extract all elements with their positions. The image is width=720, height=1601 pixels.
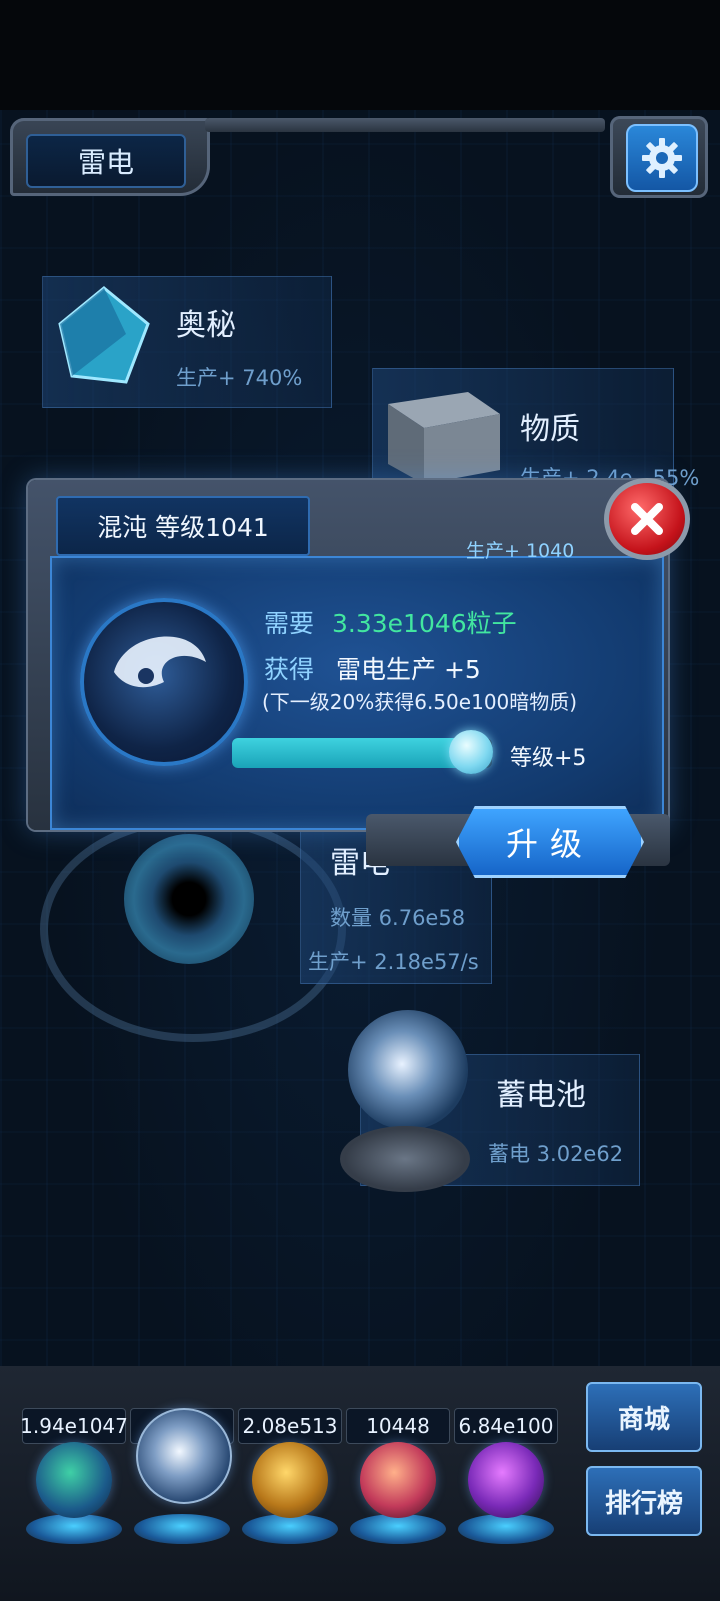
particle-orb-icon[interactable]	[36, 1442, 112, 1518]
gain-label: 获得	[264, 655, 315, 684]
upgrade-button[interactable]: 升级	[456, 806, 644, 878]
thunder-orb-icon	[124, 834, 254, 964]
close-button[interactable]	[604, 478, 690, 560]
status-area	[0, 0, 720, 110]
pedestal	[242, 1514, 338, 1544]
resource-count: 数量 6.76e58	[330, 906, 466, 930]
level-slider-fill	[232, 738, 472, 768]
battery-base-icon	[340, 1126, 470, 1192]
battery-orb-icon	[348, 1010, 468, 1130]
need-value: 3.33e1046粒子	[332, 609, 517, 638]
page-title: 雷电	[26, 134, 186, 188]
dark-matter-orb-icon[interactable]	[468, 1442, 544, 1518]
resource-rate: 生产+ 2.18e57/s	[308, 950, 479, 974]
resource-stat: 蓄电 3.02e62	[488, 1142, 624, 1166]
slider-label: 等级+5	[510, 746, 587, 771]
close-icon	[631, 503, 663, 535]
pedestal	[134, 1514, 230, 1544]
resource-name: 蓄电池	[496, 1078, 586, 1113]
mystery-crystal-icon	[52, 284, 156, 392]
pedestal	[458, 1514, 554, 1544]
resource-stat: 生产+ 740%	[176, 366, 303, 390]
resource-value-slot: 6.84e100	[454, 1408, 558, 1444]
gain-value: 雷电生产 +5	[336, 655, 481, 684]
energy-orb-icon[interactable]	[252, 1442, 328, 1518]
ranking-button[interactable]: 排行榜	[586, 1466, 702, 1536]
shop-button[interactable]: 商城	[586, 1382, 702, 1452]
chaos-orb-icon	[80, 598, 248, 766]
top-rail	[205, 118, 605, 132]
resource-value-slot: 1.94e1047	[20, 1408, 128, 1444]
pedestal	[350, 1514, 446, 1544]
dialog-production: 生产+ 1040	[466, 540, 575, 562]
dialog-title: 混沌 等级1041	[56, 496, 310, 556]
thunder-orb-selected-icon[interactable]	[136, 1408, 232, 1504]
settings-button[interactable]	[626, 124, 698, 192]
resource-value-slot: 2.08e513	[238, 1408, 342, 1444]
level-slider-knob[interactable]	[449, 730, 494, 774]
resource-name: 物质	[520, 412, 580, 447]
resource-name: 奥秘	[176, 308, 236, 343]
resource-value-slot: 10448	[346, 1408, 450, 1444]
gear-icon	[642, 138, 682, 178]
matter-cube-icon	[368, 384, 504, 484]
life-orb-icon[interactable]	[360, 1442, 436, 1518]
need-label: 需要	[264, 609, 315, 638]
pedestal	[26, 1514, 122, 1544]
next-level-note: (下一级20%获得6.50e100暗物质)	[262, 690, 578, 714]
